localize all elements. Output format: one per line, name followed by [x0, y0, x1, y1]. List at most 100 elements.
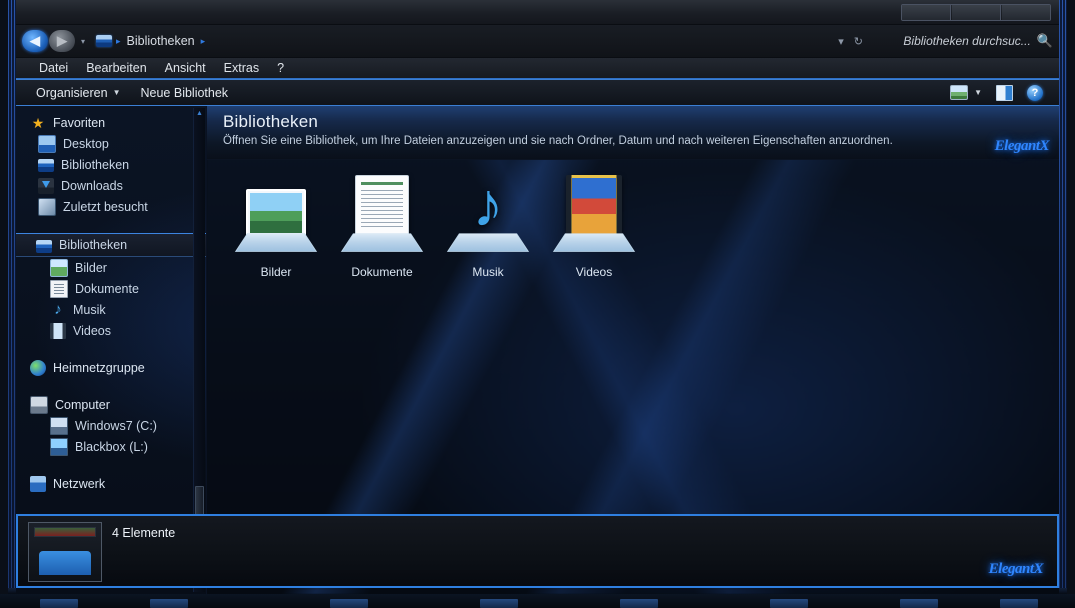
close-button[interactable]	[1002, 5, 1050, 20]
title-bar[interactable]	[16, 0, 1059, 25]
address-dropdown-icon[interactable]: ▾	[838, 35, 844, 48]
menu-item-datei[interactable]: Datei	[30, 58, 77, 78]
videos-icon	[50, 322, 66, 339]
chevron-down-icon: ▾	[80, 36, 85, 46]
chevron-right-icon[interactable]: ▸	[201, 36, 206, 47]
sidebar-item-windows7-c[interactable]: Windows7 (C:)	[16, 415, 206, 436]
sidebar-item-label: Windows7 (C:)	[75, 418, 157, 433]
status-bar: 4 Elemente ElegantX	[16, 514, 1059, 588]
documents-icon	[50, 279, 68, 298]
organize-button[interactable]: Organisieren ▼	[26, 86, 131, 100]
documents-library-icon	[329, 168, 435, 263]
menu-bar: Datei Bearbeiten Ansicht Extras ?	[16, 57, 1059, 79]
sidebar-item-netzwerk[interactable]: Netzwerk	[16, 473, 206, 494]
chevron-right-icon[interactable]: ▸	[116, 36, 121, 47]
forward-button[interactable]: ▶	[49, 30, 75, 52]
library-icon-grid: Bilder Dokumente ♪ Musik Videos	[223, 168, 647, 279]
window-controls	[901, 4, 1051, 21]
minimize-button[interactable]	[902, 5, 951, 20]
history-dropdown-button[interactable]: ▾	[76, 30, 90, 52]
libraries-icon	[36, 239, 52, 253]
window-frame-left	[8, 0, 16, 594]
taskbar-item[interactable]	[40, 599, 78, 608]
back-button[interactable]: ◀	[22, 30, 48, 52]
search-input[interactable]: Bibliotheken durchsuc...	[903, 34, 1030, 48]
taskbar[interactable]	[0, 593, 1075, 608]
taskbar-item[interactable]	[480, 599, 518, 608]
library-tile-label: Videos	[575, 265, 613, 279]
library-tile-videos[interactable]: Videos	[541, 168, 647, 279]
taskbar-item[interactable]	[1000, 599, 1038, 608]
sidebar-item-label: Bilder	[75, 260, 107, 275]
sidebar-item-label: Dokumente	[75, 281, 139, 296]
pictures-library-icon	[223, 168, 329, 263]
sidebar-item-desktop[interactable]: Desktop	[16, 133, 206, 154]
sidebar-item-bibliotheken[interactable]: Bibliotheken	[16, 233, 206, 257]
taskbar-item[interactable]	[900, 599, 938, 608]
breadcrumb-item-libraries[interactable]: Bibliotheken	[125, 34, 197, 48]
sidebar-item-videos[interactable]: Videos	[16, 320, 206, 341]
forward-icon: ▶	[57, 33, 67, 48]
menu-item-bearbeiten[interactable]: Bearbeiten	[77, 58, 155, 78]
taskbar-item[interactable]	[620, 599, 658, 608]
libraries-status-icon	[28, 522, 102, 582]
maximize-button[interactable]	[952, 5, 1001, 20]
star-icon: ★	[31, 114, 45, 131]
homegroup-icon	[30, 359, 46, 376]
brand-watermark: ElegantX	[988, 561, 1044, 577]
menu-item-extras[interactable]: Extras	[215, 58, 268, 78]
sidebar-item-favoriten[interactable]: ★ Favoriten	[16, 112, 206, 133]
sidebar-item-label: Netzwerk	[53, 476, 106, 491]
sidebar-item-label: Bibliotheken	[59, 238, 128, 252]
scroll-up-icon[interactable]: ▲	[196, 110, 203, 117]
brand-watermark: ElegantX	[994, 138, 1050, 154]
sidebar-item-bibliotheken-fav[interactable]: Bibliotheken	[16, 154, 206, 175]
sidebar-item-label: Zuletzt besucht	[63, 199, 148, 214]
refresh-icon[interactable]: ↻	[854, 35, 863, 48]
preview-pane-icon[interactable]	[996, 84, 1013, 101]
library-tile-bilder[interactable]: Bilder	[223, 168, 329, 279]
sidebar-item-blackbox-l[interactable]: Blackbox (L:)	[16, 436, 206, 457]
status-item-count: 4 Elemente	[112, 526, 176, 540]
music-icon: ♪	[54, 300, 62, 318]
window-frame-right	[1059, 0, 1067, 594]
library-tile-label: Musik	[472, 265, 504, 279]
view-mode-button[interactable]: ▼	[950, 85, 982, 100]
search-icon[interactable]: 🔍	[1037, 33, 1053, 49]
organize-label: Organisieren	[36, 85, 108, 100]
sidebar-item-musik[interactable]: ♪ Musik	[16, 299, 206, 320]
sidebar-item-label: Favoriten	[53, 115, 106, 130]
sidebar-item-label: Heimnetzgruppe	[53, 360, 145, 375]
sidebar-item-label: Bibliotheken	[61, 157, 130, 172]
breadcrumb[interactable]: ▸ Bibliotheken ▸	[96, 34, 830, 48]
sidebar-item-heimnetzgruppe[interactable]: Heimnetzgruppe	[16, 357, 206, 378]
recent-places-icon	[38, 197, 56, 216]
taskbar-item[interactable]	[330, 599, 368, 608]
network-icon	[30, 475, 46, 492]
music-library-icon: ♪	[435, 168, 541, 263]
desktop-icon	[38, 134, 56, 153]
new-library-button[interactable]: Neue Bibliothek	[131, 86, 239, 100]
taskbar-item[interactable]	[770, 599, 808, 608]
menu-item-ansicht[interactable]: Ansicht	[156, 58, 215, 78]
sidebar-item-label: Downloads	[61, 178, 123, 193]
nav-group-netzwerk: Netzwerk	[16, 473, 206, 494]
help-icon[interactable]: ?	[1027, 84, 1043, 101]
library-tile-musik[interactable]: ♪ Musik	[435, 168, 541, 279]
sidebar-item-bilder[interactable]: Bilder	[16, 257, 206, 278]
search-box[interactable]: Bibliotheken durchsuc... 🔍	[873, 33, 1053, 49]
sidebar-item-zuletzt-besucht[interactable]: Zuletzt besucht	[16, 196, 206, 217]
sidebar-item-downloads[interactable]: Downloads	[16, 175, 206, 196]
menu-item-help[interactable]: ?	[268, 58, 293, 78]
taskbar-item[interactable]	[150, 599, 188, 608]
library-tile-dokumente[interactable]: Dokumente	[329, 168, 435, 279]
sidebar-item-dokumente[interactable]: Dokumente	[16, 278, 206, 299]
library-header: Bibliotheken Öffnen Sie eine Bibliothek,…	[207, 106, 1059, 160]
sidebar-item-computer[interactable]: Computer	[16, 394, 206, 415]
chevron-down-icon[interactable]: ▼	[974, 88, 982, 97]
chevron-down-icon: ▼	[112, 88, 121, 97]
